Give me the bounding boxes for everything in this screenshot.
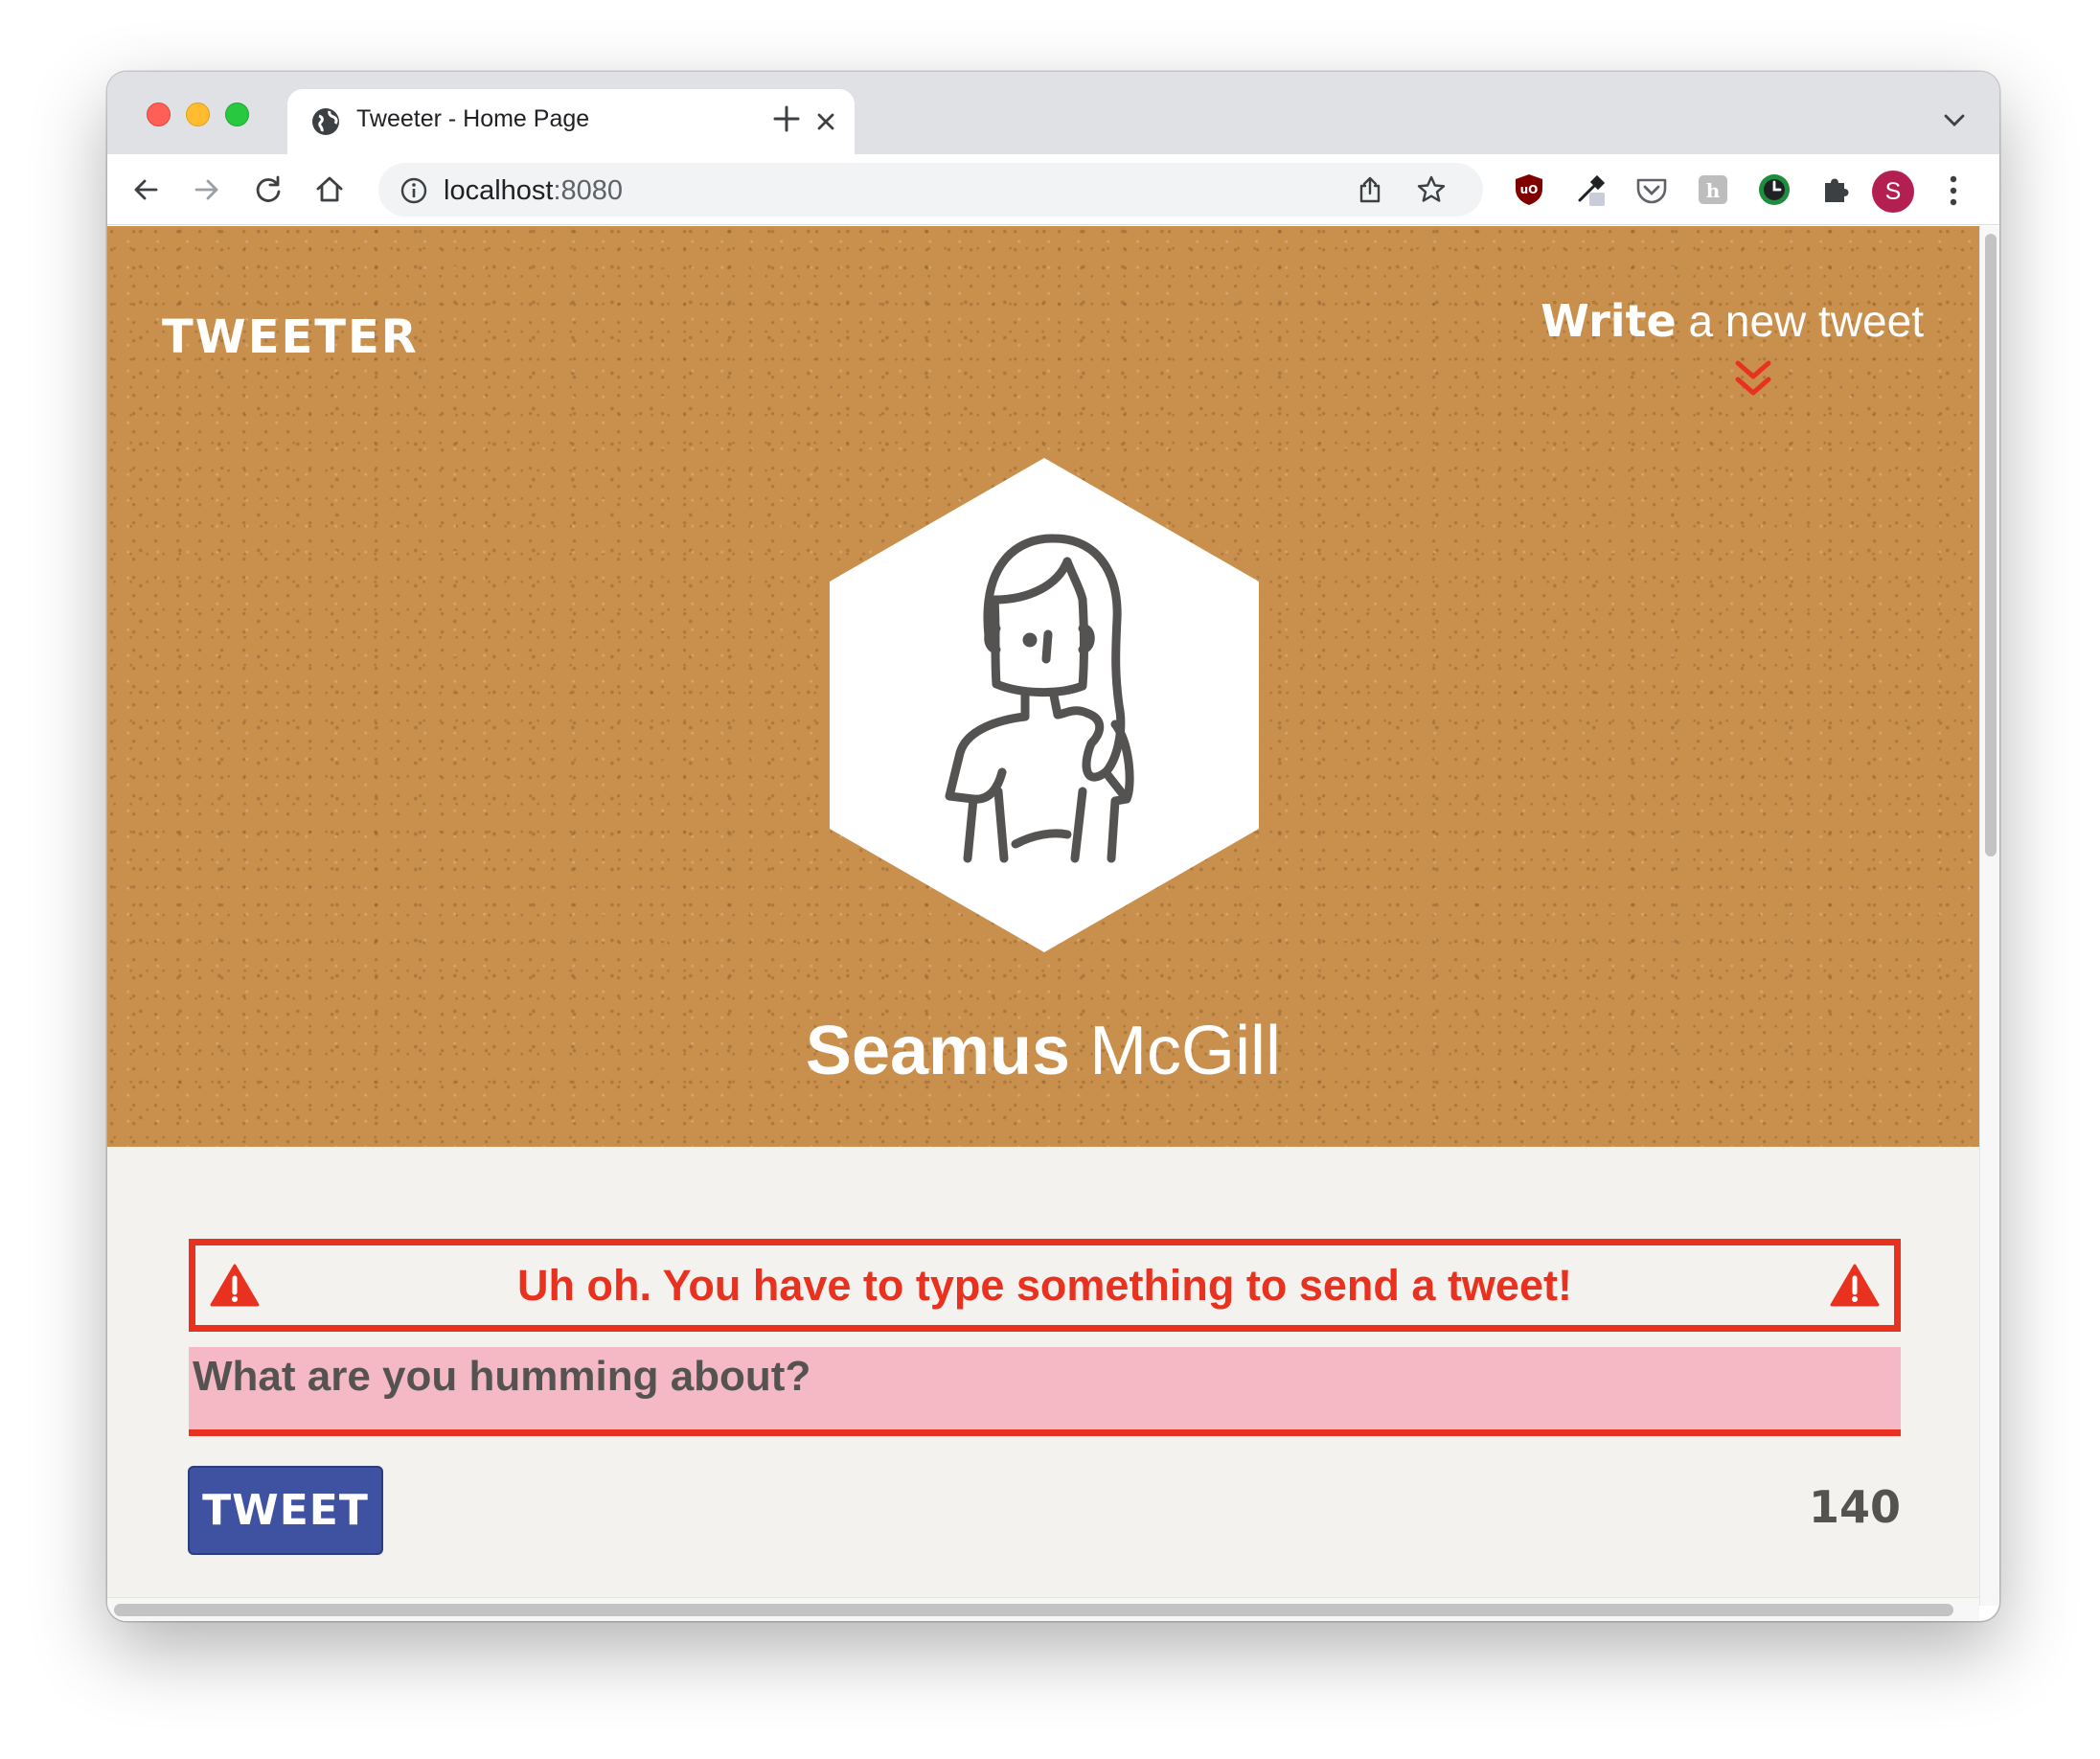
- info-icon[interactable]: [399, 176, 428, 205]
- tab-tweeter-home[interactable]: Tweeter - Home Page: [287, 89, 855, 154]
- tweet-placeholder: What are you humming about?: [193, 1353, 811, 1400]
- svg-text:uO: uO: [1520, 183, 1539, 196]
- arrow-right-icon[interactable]: [190, 172, 224, 207]
- pocket-icon[interactable]: [1633, 171, 1670, 208]
- write-rest: a new tweet: [1676, 296, 1925, 346]
- star-icon[interactable]: [1416, 174, 1447, 205]
- tweet-button[interactable]: TWEET: [188, 1466, 383, 1555]
- double-chevron-down-icon[interactable]: [1733, 358, 1773, 400]
- user-avatar: [830, 458, 1259, 952]
- tab-title: Tweeter - Home Page: [356, 105, 590, 132]
- error-alert: Uh oh. You have to type something to sen…: [189, 1239, 1901, 1332]
- write-tweet-link[interactable]: Write a new tweet: [1541, 295, 1924, 347]
- globe-icon: [312, 108, 339, 135]
- share-icon[interactable]: [1356, 175, 1384, 204]
- user-first-name: Seamus: [805, 1013, 1071, 1089]
- arrow-left-icon[interactable]: [128, 172, 163, 207]
- browser-toolbar: localhost:8080 uO h S: [107, 154, 1999, 225]
- site-logo[interactable]: TWEETER: [162, 310, 419, 364]
- user-last-name: McGill: [1070, 1013, 1282, 1089]
- hugo-icon[interactable]: h: [1695, 171, 1731, 208]
- maximize-window-button[interactable]: [225, 103, 249, 126]
- minimize-window-button[interactable]: [186, 103, 210, 126]
- address-bar[interactable]: localhost:8080: [378, 163, 1483, 217]
- eyedropper-icon[interactable]: [1572, 171, 1609, 208]
- character-counter: 140: [1808, 1481, 1901, 1533]
- puzzle-icon[interactable]: [1817, 171, 1854, 208]
- close-window-button[interactable]: [147, 103, 171, 126]
- vertical-scroll-thumb[interactable]: [1985, 234, 1997, 857]
- reload-icon[interactable]: [251, 172, 285, 207]
- browser-window: Tweeter - Home Page localhost:8080 uO h …: [107, 72, 1999, 1621]
- write-bold: Write: [1541, 295, 1677, 347]
- profile-header: TWEETER Write a new tweet Seamus McGill: [107, 226, 1979, 1147]
- chevron-down-icon[interactable]: [1942, 110, 1967, 129]
- tweet-textarea[interactable]: What are you humming about?: [189, 1347, 1901, 1436]
- ublock-icon[interactable]: uO: [1511, 171, 1547, 208]
- error-message: Uh oh. You have to type something to sen…: [517, 1261, 1572, 1310]
- user-full-name: Seamus McGill: [107, 1012, 1979, 1090]
- page-viewport: TWEETER Write a new tweet Seamus McGill …: [107, 226, 1979, 1606]
- kebab-menu-icon[interactable]: [1949, 173, 1958, 208]
- profile-avatar[interactable]: S: [1872, 171, 1914, 213]
- url-text: localhost:8080: [444, 175, 624, 206]
- new-tab-icon[interactable]: [771, 103, 802, 134]
- home-icon[interactable]: [312, 172, 347, 207]
- horizontal-scrollbar[interactable]: [107, 1597, 1979, 1621]
- clock-icon[interactable]: [1756, 171, 1792, 208]
- svg-text:h: h: [1706, 179, 1721, 202]
- close-tab-icon[interactable]: [812, 108, 839, 135]
- horizontal-scroll-thumb[interactable]: [114, 1604, 1953, 1616]
- tab-strip: Tweeter - Home Page: [107, 72, 1999, 154]
- vertical-scrollbar[interactable]: [1979, 226, 1999, 1606]
- warning-icon: [1830, 1264, 1880, 1307]
